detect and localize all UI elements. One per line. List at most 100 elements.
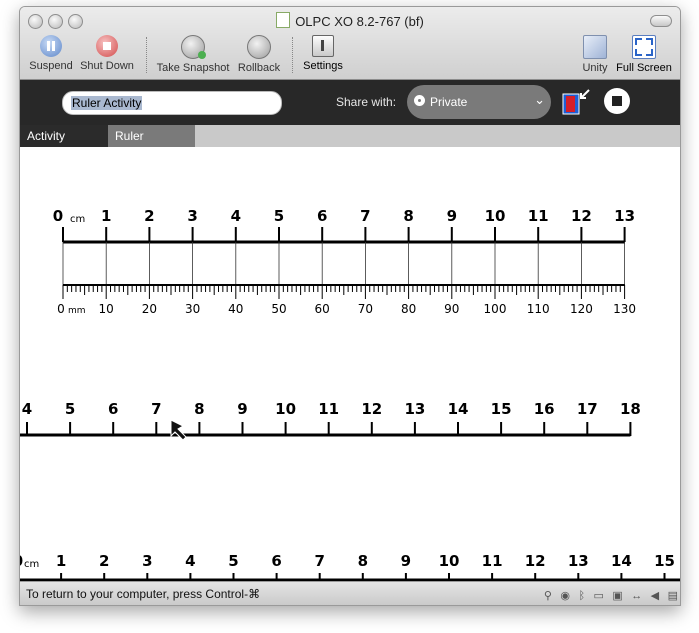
toolbar-toggle-button[interactable] — [650, 15, 672, 27]
suspend-button[interactable]: Suspend — [28, 35, 74, 72]
cm-label: 4 — [231, 207, 241, 225]
tab-activity[interactable]: Activity — [20, 125, 108, 147]
private-icon — [414, 95, 425, 106]
cm-label: 5 — [274, 207, 284, 225]
ruler3-label: 1 — [56, 552, 66, 570]
mm-label: 50 — [271, 302, 286, 316]
activity-name-input[interactable]: Ruler Activity — [62, 91, 282, 115]
cm-label: 1 — [101, 207, 111, 225]
rulers-drawing: 0 1 2 3 4 5 6 7 8 9 10 11 12 13cm0 10 20 30 40 50 60 70 80 90 1… — [20, 207, 680, 581]
unity-button[interactable]: Unity — [577, 35, 613, 74]
mouse-pointer-icon — [170, 419, 187, 441]
webcam-icon[interactable]: ◉ — [560, 589, 570, 602]
mm-label: 70 — [358, 302, 373, 316]
usb-icon[interactable]: ⚲ — [544, 589, 552, 602]
status-message: To return to your computer, press Contro… — [26, 587, 261, 601]
vm-window: OLPC XO 8.2-767 (bf) Suspend Shut Down T… — [19, 6, 681, 606]
stop-activity-button[interactable] — [604, 88, 630, 114]
stop-icon — [96, 35, 118, 57]
cm-label: 8 — [403, 207, 413, 225]
share-select[interactable]: Private ⌄ — [407, 85, 551, 119]
mm-label: 60 — [315, 302, 330, 316]
ruler-canvas: 0 1 2 3 4 5 6 7 8 9 10 11 12 13 cm 0 10 20 30 40 50 60 70 80 90 1… — [20, 147, 680, 581]
shutdown-button[interactable]: Shut Down — [78, 35, 136, 72]
ruler3-label: 9 — [401, 552, 411, 570]
settings-label: Settings — [303, 60, 343, 72]
ruler3-label: 14 — [611, 552, 632, 570]
mm-label: 90 — [444, 302, 459, 316]
mm-label: 40 — [228, 302, 243, 316]
ruler3-label: 12 — [525, 552, 546, 570]
ruler2-label: 15 — [491, 400, 512, 418]
bluetooth-icon[interactable]: ᛒ — [578, 590, 585, 602]
network-icon[interactable]: ▭ — [594, 589, 604, 602]
ruler3-label: 2 — [99, 552, 109, 570]
mm-label: 30 — [185, 302, 200, 316]
cm-label: 7 — [360, 207, 370, 225]
pause-icon — [40, 35, 62, 57]
unity-label: Unity — [582, 62, 608, 74]
cm-label: 10 — [485, 207, 506, 225]
window-title: OLPC XO 8.2-767 (bf) — [20, 12, 680, 29]
mm-label: 130 — [613, 302, 636, 316]
fullscreen-button[interactable]: Full Screen — [615, 35, 673, 74]
mm-label: 10 — [99, 302, 114, 316]
sound-icon[interactable]: ◀ — [651, 589, 659, 602]
ruler3-label: 7 — [314, 552, 324, 570]
tab-ruler[interactable]: Ruler — [108, 125, 195, 147]
cm-label: 6 — [317, 207, 327, 225]
fullscreen-icon — [632, 35, 656, 59]
fullscreen-label: Full Screen — [616, 62, 672, 74]
cm-label: 12 — [571, 207, 592, 225]
rollback-icon — [247, 35, 271, 59]
ruler3-label: 6 — [271, 552, 281, 570]
settings-icon — [312, 35, 334, 57]
device-icons: ⚲ ◉ ᛒ ▭ ▣ ↔ ◀ ▤ — [540, 586, 678, 604]
unity-icon — [583, 35, 607, 59]
ruler3-label: 11 — [482, 552, 503, 570]
ruler2-label: 14 — [448, 400, 469, 418]
ruler3-label: 5 — [228, 552, 238, 570]
cm-label: 9 — [447, 207, 457, 225]
keep-button[interactable] — [561, 86, 591, 118]
cm-label: 13 — [614, 207, 635, 225]
ruler2-label: 13 — [404, 400, 425, 418]
ruler3-label: 15 — [654, 552, 675, 570]
shared-folder-icon[interactable]: ▤ — [668, 589, 678, 602]
cm-unit-label: cm — [70, 214, 85, 225]
mm-label: 20 — [142, 302, 157, 316]
mm-label: 100 — [484, 302, 507, 316]
suspend-label: Suspend — [29, 60, 73, 72]
ruler2-label: 4 — [22, 400, 32, 418]
snapshot-icon — [181, 35, 206, 59]
arrows-icon[interactable]: ↔ — [631, 590, 642, 602]
ruler3-unit-label: cm — [24, 559, 39, 570]
toolbar-separator — [146, 37, 147, 73]
ruler2-label: 9 — [237, 400, 247, 418]
ruler3-label: 3 — [142, 552, 152, 570]
cm-label: 0 — [53, 207, 63, 225]
mm-unit-label: mm — [68, 306, 86, 316]
ruler2-label: 5 — [65, 400, 75, 418]
ruler2-label: 10 — [275, 400, 296, 418]
disk-icon[interactable]: ▣ — [612, 589, 622, 602]
settings-button[interactable]: Settings — [300, 35, 346, 72]
ruler3-label: 0 — [20, 552, 23, 570]
ruler2-label: 17 — [577, 400, 598, 418]
activity-toolbar: Ruler Activity Share with: Private ⌄ — [20, 80, 680, 125]
snapshot-label: Take Snapshot — [156, 62, 230, 74]
share-value: Private — [430, 95, 468, 109]
ruler3-label: 13 — [568, 552, 589, 570]
ruler2-label: 7 — [151, 400, 161, 418]
cm-label: 3 — [187, 207, 197, 225]
rollback-button[interactable]: Rollback — [234, 35, 284, 74]
ruler2-label: 8 — [194, 400, 204, 418]
status-bar: To return to your computer, press Contro… — [20, 581, 680, 605]
ruler2-label: 16 — [534, 400, 555, 418]
document-icon — [276, 12, 291, 28]
mm-label: 120 — [570, 302, 593, 316]
snapshot-button[interactable]: Take Snapshot — [156, 35, 230, 74]
toolbar-separator — [292, 37, 293, 73]
mm-label: 0 — [57, 302, 65, 316]
tab-bar: Activity Ruler — [20, 125, 680, 147]
